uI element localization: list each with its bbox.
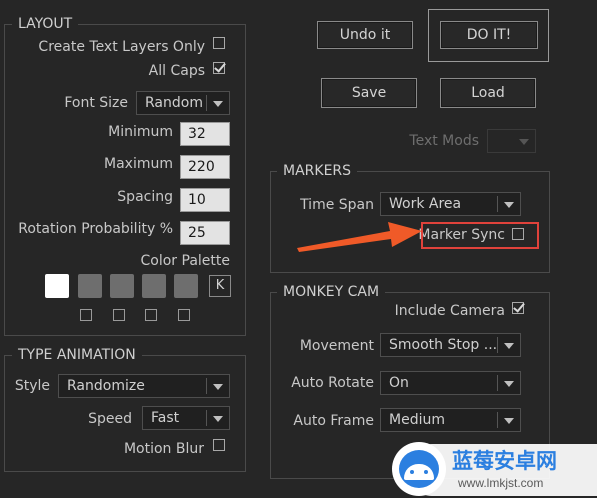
font-size-dropdown[interactable]: Random — [136, 91, 230, 115]
font-size-label: Font Size — [64, 95, 128, 111]
chevron-down-icon — [504, 418, 514, 424]
chevron-down-icon — [504, 202, 514, 208]
movement-dropdown[interactable]: Smooth Stop ... — [380, 333, 521, 357]
watermark: 蓝莓安卓网 www.lmkjst.com — [392, 442, 597, 498]
swatch-toggle-4[interactable] — [178, 309, 190, 321]
chevron-down-icon — [213, 416, 223, 422]
speed-dropdown[interactable]: Fast — [142, 406, 230, 430]
rotation-probability-label: Rotation Probability % — [18, 221, 173, 237]
save-button[interactable]: Save — [321, 78, 417, 108]
color-swatch-5[interactable] — [174, 274, 198, 298]
watermark-url: www.lmkjst.com — [458, 476, 544, 490]
spacing-label: Spacing — [117, 189, 173, 205]
watermark-brand: 蓝莓安卓网 — [452, 449, 557, 473]
maximum-input[interactable]: 220 — [180, 155, 230, 179]
create-text-layers-only-checkbox[interactable] — [213, 37, 225, 49]
style-label: Style — [14, 378, 50, 394]
layout-panel-title: LAYOUT — [12, 16, 79, 32]
font-size-value: Random — [145, 95, 203, 111]
auto-frame-label: Auto Frame — [293, 413, 374, 429]
android-logo-icon — [392, 442, 446, 496]
auto-frame-dropdown[interactable]: Medium — [380, 408, 521, 432]
auto-rotate-dropdown[interactable]: On — [380, 371, 521, 395]
speed-label: Speed — [88, 411, 132, 427]
movement-value: Smooth Stop ... — [389, 337, 498, 353]
time-span-value: Work Area — [389, 196, 462, 212]
all-caps-label: All Caps — [148, 63, 205, 79]
style-value: Randomize — [67, 378, 145, 394]
dropdown-separator — [206, 378, 207, 394]
text-mods-dropdown[interactable] — [487, 129, 536, 153]
time-span-label: Time Span — [300, 197, 374, 213]
include-camera-label: Include Camera — [394, 303, 505, 319]
chevron-down-icon — [504, 343, 514, 349]
color-swatch-2[interactable] — [78, 274, 102, 298]
movement-label: Movement — [299, 338, 374, 354]
chevron-down-icon — [213, 384, 223, 390]
k-button[interactable]: K — [209, 275, 231, 297]
dropdown-separator — [497, 196, 498, 212]
type-animation-panel-title: TYPE ANIMATION — [12, 347, 142, 363]
load-button[interactable]: Load — [440, 78, 536, 108]
markers-panel-title: MARKERS — [277, 163, 358, 179]
chevron-down-icon — [213, 101, 223, 107]
create-text-layers-only-label: Create Text Layers Only — [38, 39, 205, 55]
marker-sync-highlight — [421, 222, 539, 249]
chevron-down-icon — [519, 139, 529, 145]
minimum-input[interactable]: 32 — [180, 122, 230, 146]
rotation-probability-input[interactable]: 25 — [180, 221, 230, 245]
dropdown-separator — [497, 375, 498, 391]
auto-rotate-value: On — [389, 375, 409, 391]
color-swatch-3[interactable] — [110, 274, 134, 298]
pointer-arrow-icon — [297, 222, 422, 252]
speed-value: Fast — [151, 410, 180, 426]
auto-rotate-label: Auto Rotate — [291, 375, 374, 391]
color-swatch-4[interactable] — [142, 274, 166, 298]
chevron-down-icon — [504, 381, 514, 387]
minimum-label: Minimum — [108, 124, 173, 140]
monkey-cam-panel-title: MONKEY CAM — [277, 284, 386, 300]
dropdown-separator — [497, 412, 498, 428]
undo-button[interactable]: Undo it — [317, 21, 413, 49]
motion-blur-label: Motion Blur — [123, 441, 204, 457]
time-span-dropdown[interactable]: Work Area — [380, 192, 521, 216]
text-mods-label: Text Mods — [409, 133, 479, 149]
color-swatch-1[interactable] — [45, 274, 69, 298]
swatch-toggle-1[interactable] — [80, 309, 92, 321]
do-it-button[interactable]: DO IT! — [440, 21, 538, 49]
style-dropdown[interactable]: Randomize — [58, 374, 230, 398]
include-camera-checkbox[interactable] — [512, 302, 524, 314]
maximum-label: Maximum — [104, 156, 173, 172]
spacing-input[interactable]: 10 — [180, 188, 230, 212]
dropdown-separator — [206, 410, 207, 426]
dropdown-separator — [497, 337, 498, 353]
motion-blur-checkbox[interactable] — [213, 439, 225, 451]
dropdown-separator — [206, 95, 207, 111]
swatch-toggle-2[interactable] — [113, 309, 125, 321]
auto-frame-value: Medium — [389, 412, 445, 428]
all-caps-checkbox[interactable] — [213, 62, 225, 74]
color-palette-label: Color Palette — [140, 253, 231, 269]
swatch-toggle-3[interactable] — [145, 309, 157, 321]
